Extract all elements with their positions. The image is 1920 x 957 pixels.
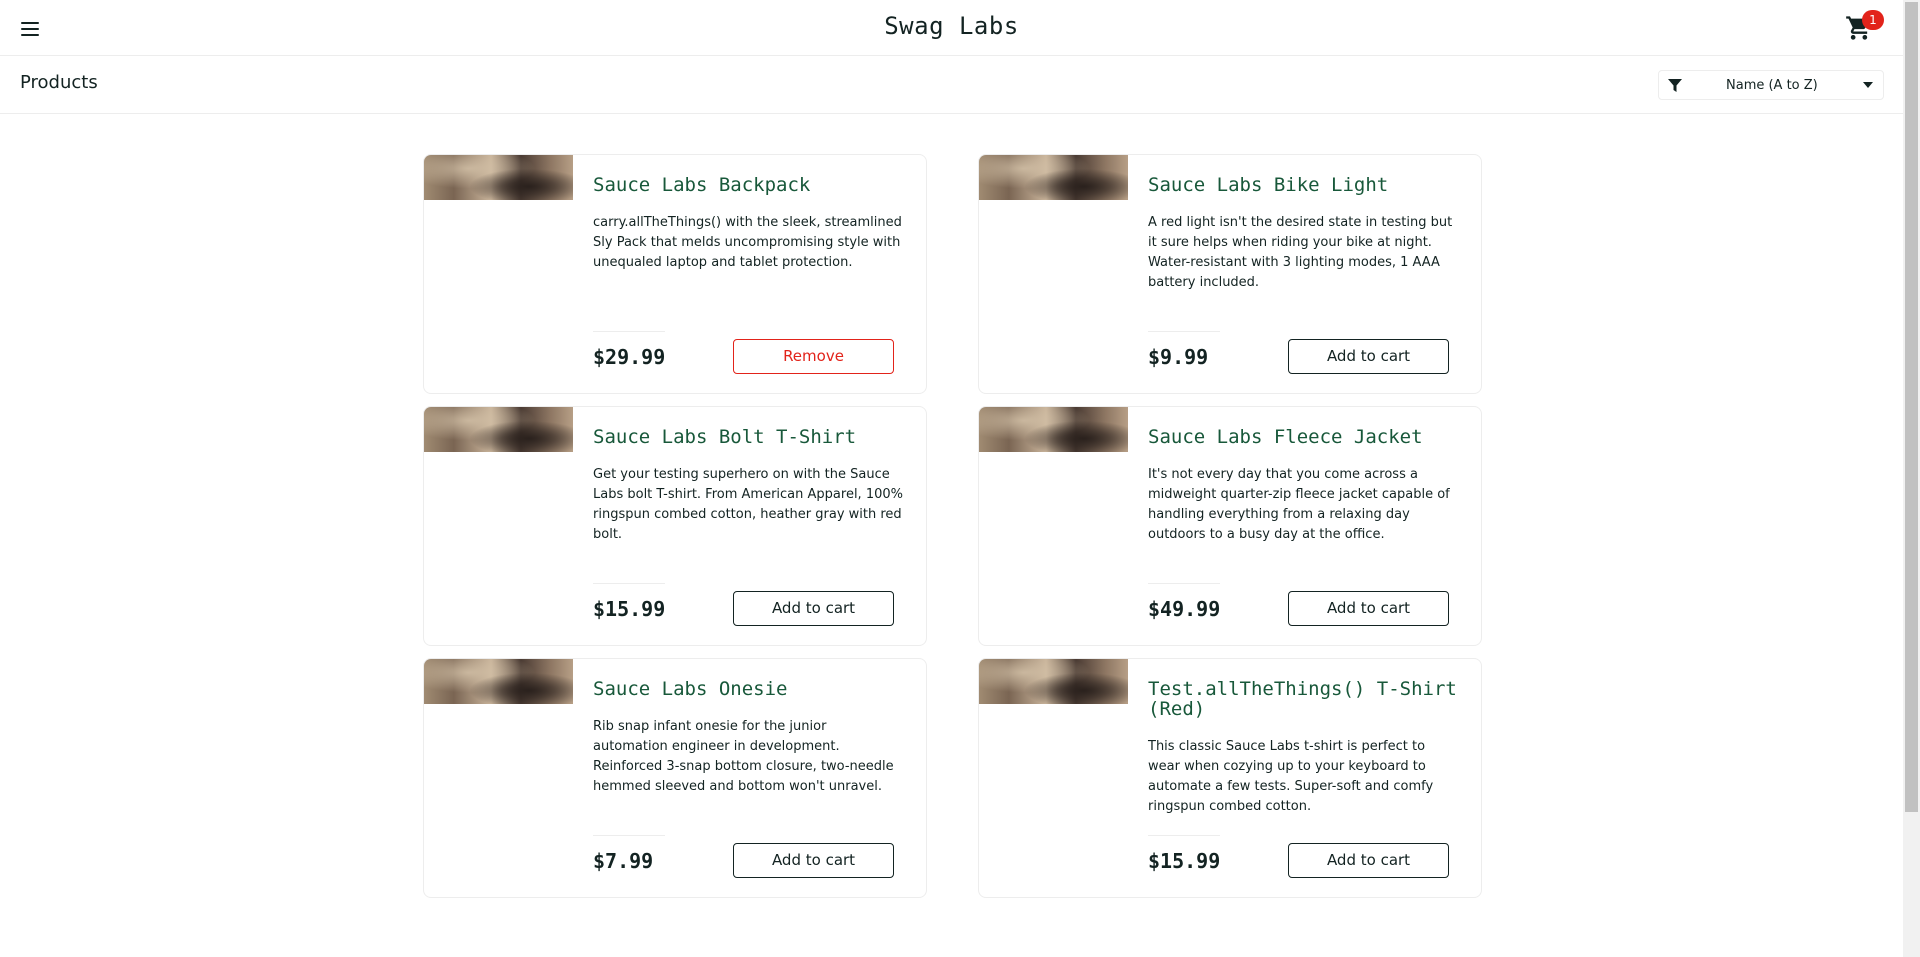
product-description: It's not every day that you come across … bbox=[1148, 467, 1450, 542]
add-to-cart-button[interactable]: Add to cart bbox=[1288, 339, 1449, 374]
product-image[interactable] bbox=[424, 659, 573, 704]
product-image-shading bbox=[424, 155, 573, 200]
remove-from-cart-button[interactable]: Remove bbox=[733, 339, 894, 374]
inventory-item: Test.allTheThings() T-Shirt (Red) This cl… bbox=[978, 658, 1482, 898]
product-description: Get your testing superhero on with the S… bbox=[593, 467, 903, 542]
product-name-link[interactable]: Test.allTheThings() T-Shirt (Red) bbox=[1148, 679, 1468, 719]
product-image[interactable] bbox=[979, 407, 1128, 452]
add-to-cart-button[interactable]: Add to cart bbox=[1288, 843, 1449, 878]
inventory-item: Sauce Labs Backpack carry.allTheThings() … bbox=[423, 154, 927, 394]
price-divider bbox=[593, 331, 665, 332]
price-divider bbox=[1148, 835, 1220, 836]
app: Swag Labs 1 Products Name (A to Z) Sauce… bbox=[0, 0, 1903, 957]
product-price: $49.99 bbox=[1148, 597, 1221, 621]
app-logo-title: Swag Labs bbox=[884, 12, 1019, 40]
cart-badge: 1 bbox=[1862, 10, 1884, 30]
scrollbar-thumb[interactable] bbox=[1905, 2, 1918, 812]
product-sort-select[interactable]: Name (A to Z) bbox=[1658, 70, 1884, 100]
sort-selected-value: Name (A to Z) bbox=[1726, 78, 1818, 93]
product-price: $15.99 bbox=[1148, 849, 1221, 873]
product-image[interactable] bbox=[424, 155, 573, 200]
product-image-shading bbox=[979, 659, 1128, 704]
product-name-link[interactable]: Sauce Labs Bolt T-Shirt bbox=[593, 427, 913, 447]
product-price: $15.99 bbox=[593, 597, 666, 621]
add-to-cart-button[interactable]: Add to cart bbox=[1288, 591, 1449, 626]
filter-icon bbox=[1668, 79, 1682, 92]
product-price: $9.99 bbox=[1148, 345, 1209, 369]
chevron-down-icon bbox=[1863, 82, 1873, 88]
product-name-link[interactable]: Sauce Labs Fleece Jacket bbox=[1148, 427, 1468, 447]
product-description: Rib snap infant onesie for the junior au… bbox=[593, 719, 894, 794]
product-name-link[interactable]: Sauce Labs Backpack bbox=[593, 175, 913, 195]
price-divider bbox=[1148, 331, 1220, 332]
product-image[interactable] bbox=[979, 155, 1128, 200]
page-title: Products bbox=[20, 72, 98, 93]
product-description: This classic Sauce Labs t-shirt is perfe… bbox=[1148, 739, 1434, 814]
product-price: $7.99 bbox=[593, 849, 654, 873]
product-image-shading bbox=[979, 407, 1128, 452]
primary-header: Swag Labs 1 bbox=[0, 0, 1903, 56]
price-divider bbox=[1148, 583, 1220, 584]
price-divider bbox=[593, 583, 665, 584]
product-name-link[interactable]: Sauce Labs Onesie bbox=[593, 679, 913, 699]
product-price: $29.99 bbox=[593, 345, 666, 369]
add-to-cart-button[interactable]: Add to cart bbox=[733, 843, 894, 878]
inventory-item: Sauce Labs Bolt T-Shirt Get your testing … bbox=[423, 406, 927, 646]
product-name-link[interactable]: Sauce Labs Bike Light bbox=[1148, 175, 1468, 195]
inventory-item: Sauce Labs Bike Light A red light isn't t… bbox=[978, 154, 1482, 394]
secondary-header: Products Name (A to Z) bbox=[0, 56, 1903, 114]
inventory-item: Sauce Labs Onesie Rib snap infant onesie … bbox=[423, 658, 927, 898]
price-divider bbox=[593, 835, 665, 836]
product-image[interactable] bbox=[424, 407, 573, 452]
product-image[interactable] bbox=[979, 659, 1128, 704]
inventory-item: Sauce Labs Fleece Jacket It's not every d… bbox=[978, 406, 1482, 646]
add-to-cart-button[interactable]: Add to cart bbox=[733, 591, 894, 626]
product-image-shading bbox=[424, 407, 573, 452]
product-description: A red light isn't the desired state in t… bbox=[1148, 215, 1453, 290]
product-description: carry.allTheThings() with the sleek, str… bbox=[593, 215, 902, 270]
vertical-scrollbar[interactable] bbox=[1903, 0, 1920, 957]
product-image-shading bbox=[424, 659, 573, 704]
product-image-shading bbox=[979, 155, 1128, 200]
